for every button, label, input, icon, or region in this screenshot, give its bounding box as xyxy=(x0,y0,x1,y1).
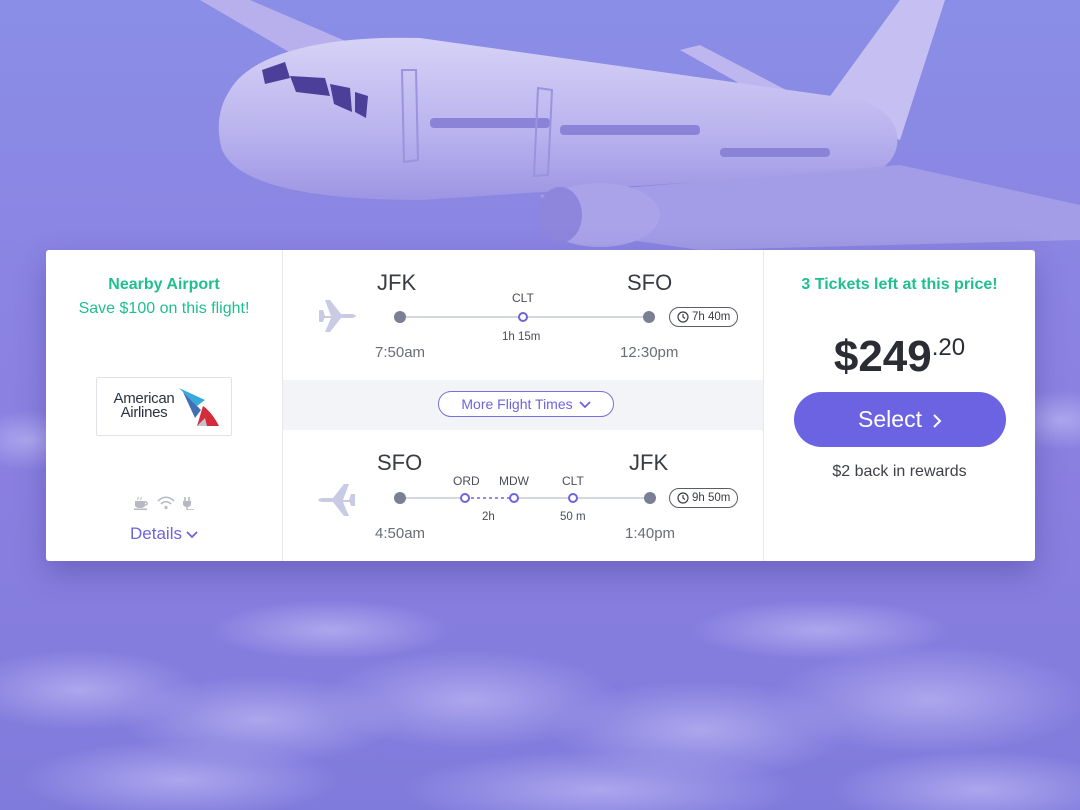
more-flight-times-label: More Flight Times xyxy=(461,396,573,412)
chevron-down-icon xyxy=(186,530,198,538)
american-airlines-eagle-icon xyxy=(179,388,219,426)
depart-time: 4:50am xyxy=(375,525,426,542)
tickets-left-notice: 3 Tickets left at this price! xyxy=(801,276,998,293)
total-duration-badge: 9h 50m xyxy=(669,488,739,508)
coffee-icon xyxy=(134,496,148,510)
select-button[interactable]: Select xyxy=(794,392,1006,447)
amenities xyxy=(131,496,197,512)
stop-code: CLT xyxy=(512,291,534,305)
total-duration-badge: 7h 40m xyxy=(669,307,739,327)
airline-info-panel: Nearby Airport Save $100 on this flight!… xyxy=(46,250,283,561)
layover-duration: 1h 15m xyxy=(502,331,541,343)
duration-text: 7h 40m xyxy=(692,311,731,323)
flight-result-card: Nearby Airport Save $100 on this flight!… xyxy=(46,250,1035,561)
pricing-panel: 3 Tickets left at this price! $249.20 Se… xyxy=(764,250,1035,561)
outbound-leg: JFK SFO CLT 1h 15m 7h 40m 7:50am 12:30pm xyxy=(283,250,763,380)
details-toggle[interactable]: Details xyxy=(46,524,282,544)
select-label: Select xyxy=(858,406,922,432)
nearby-airport-savings: Save $100 on this flight! xyxy=(78,300,250,317)
price-cents: .20 xyxy=(931,334,966,361)
price-dollars: $249 xyxy=(833,332,932,381)
return-leg: SFO JFK ORD MDW CLT 2h 50 m 9h 50m 4:50a… xyxy=(283,430,763,560)
airline-logo-text: American Airlines xyxy=(113,390,175,421)
more-flight-times-button[interactable]: More Flight Times xyxy=(438,391,614,417)
rewards-note: $2 back in rewards xyxy=(832,463,967,480)
duration-text: 9h 50m xyxy=(692,492,731,504)
chevron-right-icon xyxy=(933,414,942,428)
wifi-icon xyxy=(157,496,175,510)
clock-icon xyxy=(677,311,689,323)
stop-code: MDW xyxy=(499,474,529,488)
airline-logo: American Airlines xyxy=(96,377,232,436)
flight-itinerary-panel: JFK SFO CLT 1h 15m 7h 40m 7:50am 12:30pm… xyxy=(283,250,764,561)
power-outlet-icon xyxy=(183,497,194,510)
depart-time: 7:50am xyxy=(375,344,426,361)
arrive-time: 1:40pm xyxy=(625,525,676,542)
more-times-band: More Flight Times xyxy=(283,380,763,430)
stop-code: ORD xyxy=(453,474,480,488)
chevron-down-icon xyxy=(578,401,591,409)
details-label: Details xyxy=(130,524,182,543)
stop-code: CLT xyxy=(562,474,584,488)
clock-icon xyxy=(677,492,689,504)
layover-duration: 50 m xyxy=(560,511,586,523)
nearby-airport-title: Nearby Airport xyxy=(108,276,220,293)
layover-duration: 2h xyxy=(482,511,495,523)
arrive-time: 12:30pm xyxy=(620,344,679,361)
price: $249.20 xyxy=(764,332,1035,382)
